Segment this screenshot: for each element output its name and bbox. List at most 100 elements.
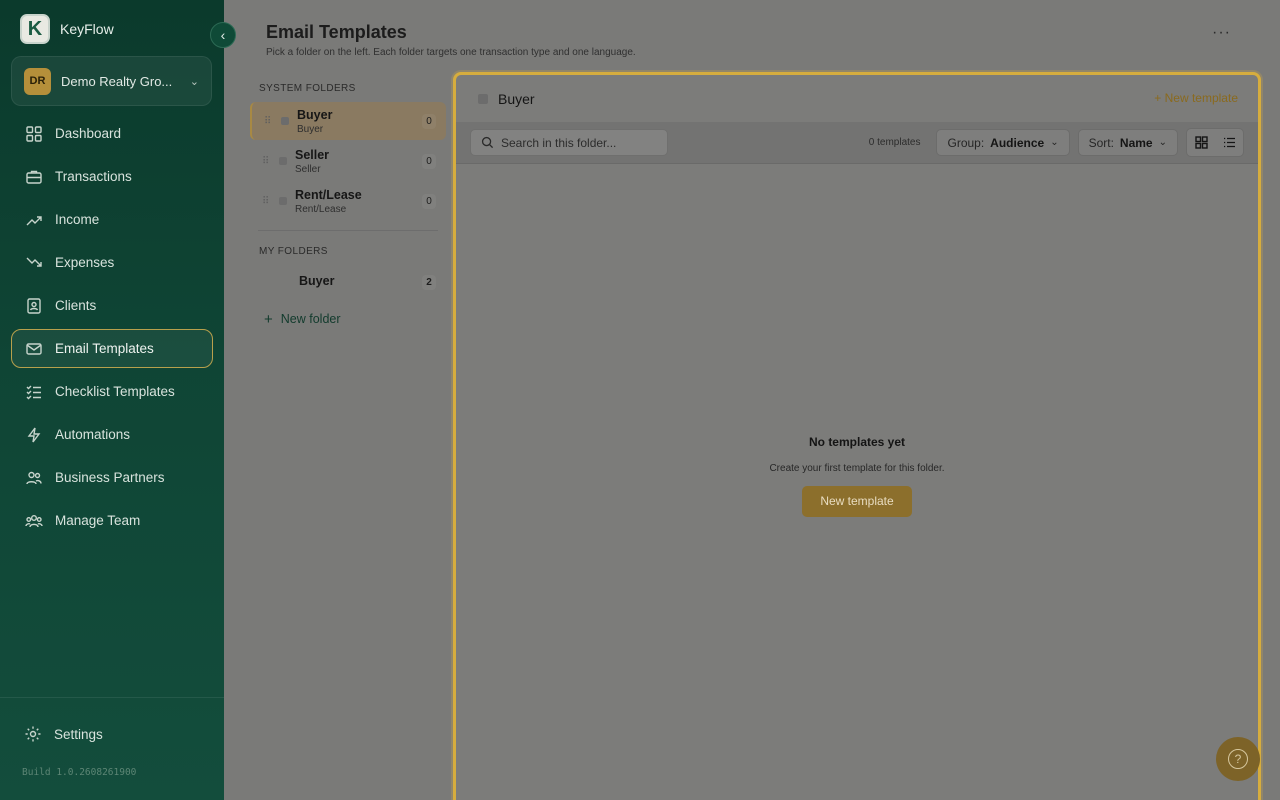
- briefcase-icon: [25, 168, 43, 186]
- search-icon: [481, 136, 494, 149]
- sidebar-item-manage-team[interactable]: Manage Team: [11, 501, 213, 540]
- folder-count-badge: 2: [422, 275, 436, 290]
- drag-handle-icon[interactable]: ⠿: [262, 156, 274, 167]
- sidebar-item-label: Email Templates: [55, 341, 154, 356]
- bolt-icon: [25, 426, 43, 444]
- mail-icon: [25, 340, 43, 358]
- partners-icon: [25, 469, 43, 487]
- sidebar-item-label: Automations: [55, 427, 131, 442]
- chevron-down-icon: ⌄: [189, 75, 199, 88]
- page-subtitle: Pick a folder on the left. Each folder t…: [266, 47, 636, 58]
- folder-title: Rent/Lease: [295, 187, 362, 202]
- gear-icon: [24, 725, 42, 743]
- sidebar-item-transactions[interactable]: Transactions: [11, 157, 213, 196]
- sidebar-item-label: Expenses: [55, 255, 115, 270]
- org-switcher[interactable]: DR Demo Realty Gro... ⌄: [11, 56, 212, 106]
- brand[interactable]: K KeyFlow: [20, 14, 114, 44]
- folder-count-badge: 0: [422, 154, 436, 169]
- folder-subtitle: Buyer: [297, 123, 324, 135]
- folder-item-rent-lease[interactable]: ⠿ Rent/Lease Rent/Lease 0: [250, 182, 446, 220]
- panel-toolbar: Search in this folder... 0 templates Gro…: [456, 122, 1258, 164]
- more-icon: ···: [1212, 24, 1231, 41]
- sidebar-item-label: Checklist Templates: [55, 384, 175, 399]
- folder-subtitle: Rent/Lease: [295, 203, 347, 215]
- folder-color-dot: [279, 157, 287, 165]
- org-avatar: DR: [24, 67, 51, 95]
- folder-count-badge: 0: [422, 114, 436, 129]
- sidebar-item-expenses[interactable]: Expenses: [11, 243, 213, 282]
- search-input[interactable]: Search in this folder...: [470, 129, 668, 156]
- folder-item-buyer[interactable]: ⠿ Buyer Buyer 0: [250, 102, 446, 140]
- new-folder-label: New folder: [280, 312, 341, 326]
- help-button[interactable]: ?: [1216, 737, 1260, 781]
- sidebar-item-label: Transactions: [55, 169, 132, 184]
- folder-title: Buyer: [299, 274, 335, 288]
- keyflow-logo: K: [20, 14, 50, 44]
- sidebar-divider: [0, 697, 224, 698]
- sidebar-item-label: Dashboard: [55, 126, 122, 141]
- page-title: Email Templates: [266, 22, 407, 42]
- new-template-button[interactable]: New template: [802, 486, 912, 517]
- panel-header: Buyer + New template: [456, 75, 1258, 123]
- chevron-down-icon: ⌄: [1158, 137, 1167, 148]
- empty-state: No templates yet Create your first templ…: [456, 435, 1258, 517]
- folder-color-dot: [281, 117, 289, 125]
- system-folders-label: SYSTEM FOLDERS: [259, 82, 356, 94]
- folder-panel: Buyer + New template Search in this fold…: [453, 72, 1261, 800]
- grid-view-button[interactable]: [1190, 132, 1212, 154]
- empty-state-subtitle: Create your first template for this fold…: [769, 463, 945, 474]
- sort-label: Sort:: [1088, 135, 1114, 150]
- sidebar-item-business-partners[interactable]: Business Partners: [11, 458, 213, 497]
- sidebar-item-income[interactable]: Income: [11, 200, 213, 239]
- sidebar-item-email-templates[interactable]: Email Templates: [11, 329, 213, 368]
- collapse-sidebar-button[interactable]: ‹: [210, 22, 236, 48]
- sort-select[interactable]: Sort: Name ⌄: [1077, 129, 1178, 156]
- drag-handle-icon[interactable]: ⠿: [262, 196, 274, 207]
- plus-icon: +: [264, 310, 273, 328]
- drag-handle-icon[interactable]: ⠿: [264, 116, 276, 127]
- sidebar-item-label: Manage Team: [55, 513, 141, 528]
- sidebar-item-label: Clients: [55, 298, 97, 313]
- trend-up-icon: [25, 211, 43, 229]
- list-view-button[interactable]: [1218, 132, 1240, 154]
- folder-list: SYSTEM FOLDERS ⠿ Buyer Buyer 0 ⠿ Seller …: [250, 76, 446, 331]
- folder-color-dot: [279, 197, 287, 205]
- more-options-button[interactable]: ···: [1212, 24, 1231, 42]
- sidebar-item-automations[interactable]: Automations: [11, 415, 213, 454]
- team-icon: [25, 512, 43, 530]
- sidebar-item-checklist-templates[interactable]: Checklist Templates: [11, 372, 213, 411]
- sort-value: Name: [1119, 135, 1153, 150]
- panel-title: Buyer: [498, 91, 535, 107]
- main-content: Email Templates Pick a folder on the lef…: [224, 0, 1280, 800]
- folder-item-seller[interactable]: ⠿ Seller Seller 0: [250, 142, 446, 180]
- trend-down-icon: [25, 254, 43, 272]
- chevron-down-icon: ⌄: [1050, 137, 1059, 148]
- sidebar-nav: Dashboard Transactions Income Expenses C…: [11, 114, 213, 544]
- sidebar-item-settings[interactable]: Settings: [11, 714, 213, 754]
- folder-title: Seller: [295, 147, 330, 162]
- empty-state-title: No templates yet: [808, 435, 906, 449]
- help-icon: ?: [1228, 749, 1248, 769]
- grid-icon: [1194, 136, 1208, 149]
- folder-count-badge: 0: [422, 194, 436, 209]
- sidebar-item-label: Business Partners: [55, 470, 165, 485]
- view-toggle: [1186, 128, 1244, 157]
- sidebar-item-label: Income: [55, 212, 100, 227]
- my-folders-label: MY FOLDERS: [259, 245, 328, 257]
- folder-color-dot: [478, 94, 488, 104]
- org-name: Demo Realty Gro...: [61, 73, 173, 89]
- brand-name: KeyFlow: [60, 21, 114, 37]
- sidebar: K KeyFlow DR Demo Realty Gro... ⌄ Dashbo…: [0, 0, 224, 800]
- build-version: Build 1.0.2608261900: [22, 767, 137, 778]
- group-select[interactable]: Group: Audience ⌄: [936, 129, 1070, 156]
- sidebar-item-dashboard[interactable]: Dashboard: [11, 114, 213, 153]
- template-count: 0 templates: [868, 137, 921, 148]
- settings-label: Settings: [54, 726, 103, 742]
- my-folder-item-buyer[interactable]: Buyer 2: [250, 263, 446, 299]
- sidebar-item-clients[interactable]: Clients: [11, 286, 213, 325]
- list-icon: [1223, 137, 1235, 148]
- checklist-icon: [25, 383, 43, 401]
- new-template-link[interactable]: + New template: [1154, 91, 1238, 105]
- new-folder-button[interactable]: + New folder: [250, 307, 446, 331]
- folder-title: Buyer: [297, 107, 333, 122]
